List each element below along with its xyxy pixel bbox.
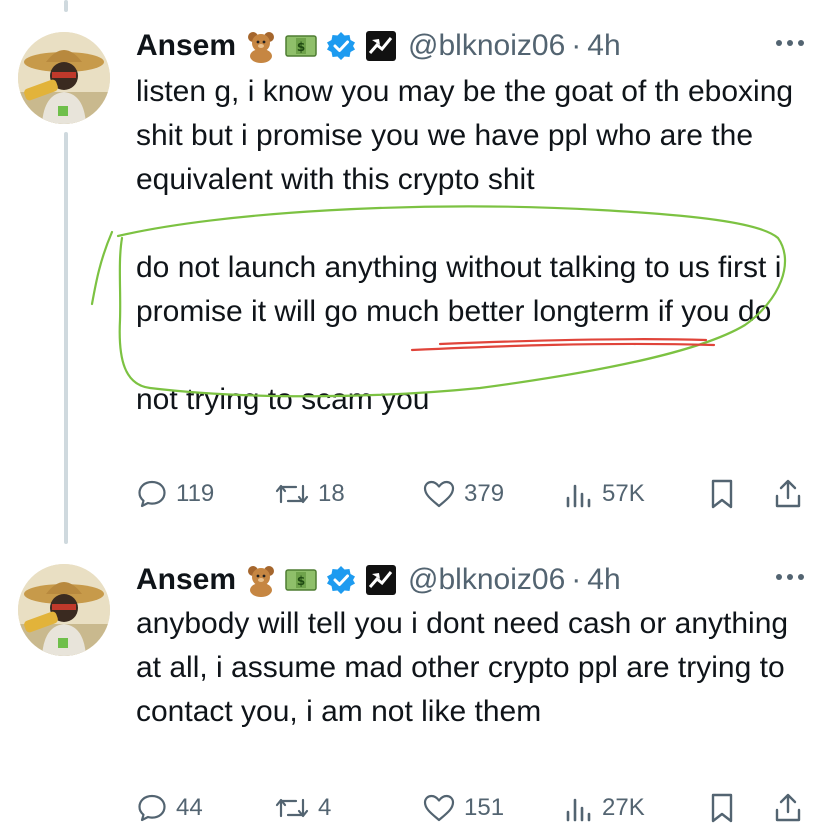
repost-icon: [275, 798, 309, 818]
tweet-paragraph: listen g, i know you may be the goat of …: [136, 75, 794, 196]
repost-count: 4: [318, 794, 332, 821]
like-icon: [423, 794, 455, 822]
like-icon: [423, 480, 455, 508]
views-icon: [566, 798, 591, 822]
author-handle[interactable]: @blknoiz06: [408, 29, 565, 63]
like-count: 379: [464, 480, 505, 507]
teddy-bear-icon: [244, 563, 278, 597]
trading-logo-icon: [364, 29, 398, 63]
like-button[interactable]: 151: [422, 788, 504, 828]
tweet-text: anybody will tell you i dont need cash o…: [136, 602, 796, 734]
bookmark-button[interactable]: [708, 474, 736, 514]
reply-icon: [138, 794, 166, 822]
repost-button[interactable]: 4: [274, 788, 331, 828]
avatar-image: [18, 564, 110, 656]
svg-text:$: $: [297, 40, 305, 54]
bookmark-icon: [711, 479, 733, 509]
views-icon: [566, 484, 591, 508]
reply-button[interactable]: 44: [136, 788, 203, 828]
share-button[interactable]: [772, 788, 804, 828]
tweet-paragraph: anybody will tell you i dont need cash o…: [136, 607, 789, 728]
svg-text:$: $: [297, 574, 305, 588]
tweet-header: Ansem $ @blknoiz06 · 4h: [136, 560, 621, 600]
share-icon: [775, 793, 801, 822]
tweet[interactable]: Ansem $: [0, 560, 828, 835]
thread-connector-line: [64, 0, 68, 12]
author-name[interactable]: Ansem: [136, 29, 236, 63]
bookmark-button[interactable]: [708, 788, 736, 828]
timestamp[interactable]: 4h: [587, 29, 620, 63]
repost-button[interactable]: 18: [274, 474, 345, 514]
verified-badge-icon: [324, 563, 358, 597]
teddy-bear-icon: [244, 29, 278, 63]
repost-count: 18: [318, 480, 345, 507]
like-button[interactable]: 379: [422, 474, 504, 514]
avatar[interactable]: [18, 564, 110, 656]
author-name[interactable]: Ansem: [136, 563, 236, 597]
verified-badge-icon: [324, 29, 358, 63]
tweet-paragraph: do not launch anything without talking t…: [136, 251, 782, 328]
views-count: 57K: [602, 480, 645, 507]
views-button[interactable]: 27K: [564, 788, 645, 828]
reply-count: 119: [176, 480, 215, 507]
tweet-paragraph: not trying to scam you: [136, 383, 430, 416]
separator-dot: ·: [571, 29, 582, 62]
tweet[interactable]: Ansem $: [0, 26, 828, 526]
avatar[interactable]: [18, 32, 110, 124]
repost-icon: [275, 484, 309, 504]
views-button[interactable]: 57K: [564, 474, 645, 514]
avatar-image: [18, 32, 110, 124]
tweet-actions: 119 18 379 57K: [136, 474, 816, 514]
timestamp[interactable]: 4h: [587, 563, 620, 597]
money-icon: $: [284, 29, 318, 63]
tweet-text: listen g, i know you may be the goat of …: [136, 70, 796, 422]
tweet-actions: 44 4 151 27K: [136, 788, 816, 828]
separator-dot: ·: [571, 563, 582, 596]
reply-count: 44: [176, 794, 203, 821]
views-count: 27K: [602, 794, 645, 821]
like-count: 151: [464, 794, 505, 821]
more-options-icon[interactable]: [776, 574, 804, 580]
money-icon: $: [284, 563, 318, 597]
more-options-icon[interactable]: [776, 40, 804, 46]
reply-button[interactable]: 119: [136, 474, 214, 514]
tweet-header: Ansem $ @blknoiz06 · 4h: [136, 26, 621, 66]
trading-logo-icon: [364, 563, 398, 597]
author-handle[interactable]: @blknoiz06: [408, 563, 565, 597]
bookmark-icon: [711, 793, 733, 823]
share-button[interactable]: [772, 474, 804, 514]
reply-icon: [138, 480, 166, 508]
share-icon: [775, 479, 801, 508]
